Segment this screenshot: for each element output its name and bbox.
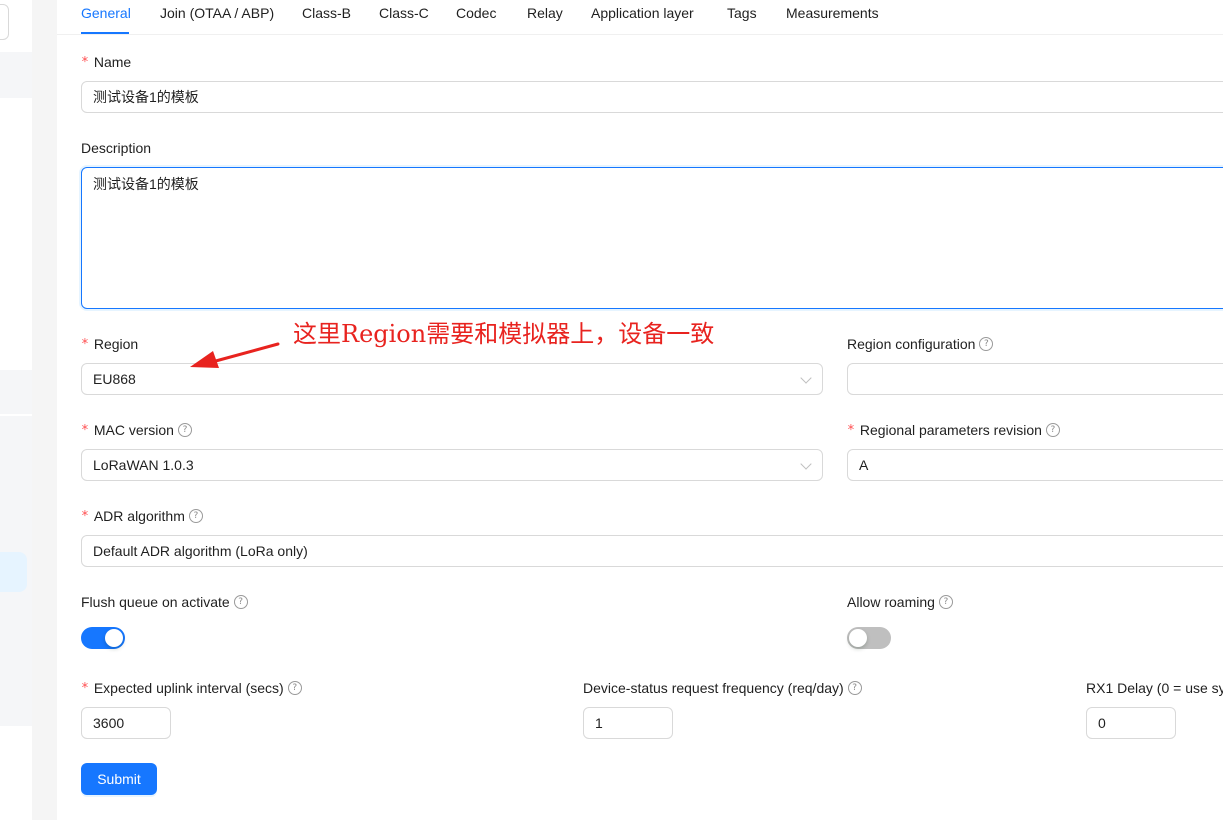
- question-circle-icon[interactable]: ?: [847, 681, 862, 695]
- switch-knob: [105, 629, 123, 647]
- tab-tags[interactable]: Tags: [727, 4, 757, 28]
- sidebar-band: [0, 52, 32, 98]
- flush-queue-label: Flush queue on activate ?: [81, 593, 248, 611]
- uplink-interval-input[interactable]: 3600: [81, 707, 171, 739]
- device-status-frequency-label-text: Device-status request frequency (req/day…: [583, 680, 844, 696]
- question-circle-icon[interactable]: ?: [979, 337, 994, 351]
- chevron-down-icon: [800, 372, 812, 384]
- mac-version-label-text: MAC version: [93, 422, 174, 438]
- rx1-delay-label-text: RX1 Delay (0 = use sys: [1086, 680, 1223, 696]
- sidebar: [0, 0, 32, 820]
- switch-knob: [849, 629, 867, 647]
- sidebar-band: [0, 370, 32, 414]
- question-circle-icon[interactable]: ?: [188, 509, 203, 523]
- device-status-frequency-label: Device-status request frequency (req/day…: [583, 679, 862, 697]
- question-circle-icon[interactable]: ?: [233, 595, 248, 609]
- tab-class-c[interactable]: Class-C: [379, 4, 429, 28]
- sidebar-item-active[interactable]: [0, 552, 27, 592]
- required-mark: *: [81, 336, 89, 352]
- name-input[interactable]: 测试设备1的模板: [81, 81, 1223, 113]
- chevron-down-icon: [800, 458, 812, 470]
- region-select-value: EU868: [93, 371, 136, 387]
- description-label: Description: [81, 139, 151, 157]
- adr-algorithm-label: * ADR algorithm ?: [81, 507, 203, 525]
- region-configuration-label: Region configuration ?: [847, 335, 994, 353]
- tab-relay[interactable]: Relay: [527, 4, 563, 28]
- allow-roaming-switch[interactable]: [847, 627, 891, 649]
- tab-general[interactable]: General: [81, 4, 131, 28]
- name-label-text: Name: [93, 54, 132, 70]
- region-configuration-label-text: Region configuration: [847, 336, 976, 352]
- question-circle-icon[interactable]: ?: [1045, 423, 1060, 437]
- annotation-arrow-icon: [190, 342, 280, 368]
- required-mark: *: [81, 508, 89, 524]
- tab-join[interactable]: Join (OTAA / ABP): [160, 4, 274, 28]
- description-label-text: Description: [81, 140, 152, 156]
- region-label: * Region: [81, 335, 138, 353]
- tab-class-b[interactable]: Class-B: [302, 4, 351, 28]
- uplink-interval-label-text: Expected uplink interval (secs): [93, 680, 284, 696]
- rx1-delay-input[interactable]: 0: [1086, 707, 1176, 739]
- question-circle-icon[interactable]: ?: [177, 423, 192, 437]
- tab-measurements[interactable]: Measurements: [786, 4, 879, 28]
- sidebar-search-box[interactable]: [0, 4, 9, 40]
- regional-parameters-revision-label-text: Regional parameters revision: [859, 422, 1042, 438]
- required-mark: *: [81, 680, 89, 696]
- flush-queue-label-text: Flush queue on activate: [81, 594, 230, 610]
- mac-version-label: * MAC version ?: [81, 421, 192, 439]
- layout-gutter: [32, 0, 57, 820]
- description-textarea[interactable]: 测试设备1的模板: [81, 167, 1223, 309]
- required-mark: *: [81, 422, 89, 438]
- mac-version-select[interactable]: LoRaWAN 1.0.3: [81, 449, 823, 481]
- tab-bar: General Join (OTAA / ABP) Class-B Class-…: [57, 0, 1223, 35]
- allow-roaming-label-text: Allow roaming: [847, 594, 935, 610]
- adr-algorithm-select[interactable]: Default ADR algorithm (LoRa only): [81, 535, 1223, 567]
- flush-queue-switch[interactable]: [81, 627, 125, 649]
- required-mark: *: [847, 422, 855, 438]
- uplink-interval-label: * Expected uplink interval (secs) ?: [81, 679, 302, 697]
- annotation-text: 这里Region需要和模拟器上，设备一致: [293, 320, 715, 348]
- submit-button[interactable]: Submit: [81, 763, 157, 795]
- device-status-frequency-input[interactable]: 1: [583, 707, 673, 739]
- question-circle-icon[interactable]: ?: [287, 681, 302, 695]
- name-label: * Name: [81, 53, 131, 71]
- tab-application-layer[interactable]: Application layer: [591, 4, 694, 28]
- regional-parameters-revision-select[interactable]: A: [847, 449, 1223, 481]
- region-configuration-select[interactable]: [847, 363, 1223, 395]
- rx1-delay-label: RX1 Delay (0 = use sys: [1086, 679, 1223, 697]
- tab-active-indicator: [81, 32, 129, 34]
- regional-parameters-revision-label: * Regional parameters revision ?: [847, 421, 1060, 439]
- allow-roaming-label: Allow roaming ?: [847, 593, 953, 611]
- device-profile-page: General Join (OTAA / ABP) Class-B Class-…: [0, 0, 1223, 820]
- region-label-text: Region: [93, 336, 139, 352]
- adr-algorithm-label-text: ADR algorithm: [93, 508, 185, 524]
- mac-version-select-value: LoRaWAN 1.0.3: [93, 457, 194, 473]
- question-circle-icon[interactable]: ?: [938, 595, 953, 609]
- tab-codec[interactable]: Codec: [456, 4, 496, 28]
- required-mark: *: [81, 54, 89, 70]
